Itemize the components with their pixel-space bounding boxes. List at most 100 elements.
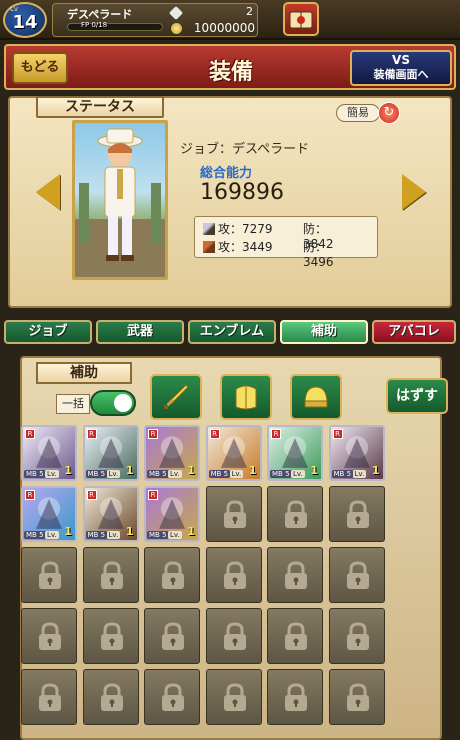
equipment-slot-item[interactable]: R MB 5 Lv. 1 <box>205 425 262 481</box>
lv-tag: Lv. <box>352 470 367 478</box>
mb-tag: MB 5 <box>85 531 108 539</box>
locked-slot[interactable] <box>144 669 200 725</box>
locked-slot[interactable] <box>82 608 139 664</box>
sword-filter-icon <box>164 384 189 409</box>
player-info-panel: デスペラード FP 0/18 2 10000000 <box>52 3 258 37</box>
tab-weapon[interactable]: 武器 <box>96 320 184 344</box>
locked-slot[interactable] <box>267 669 323 725</box>
staff-icon <box>203 241 215 253</box>
unequip-button[interactable]: はずす <box>386 378 448 414</box>
vs-label: VS <box>392 53 410 67</box>
next-character-arrow[interactable] <box>402 174 426 210</box>
locked-slot[interactable] <box>205 669 262 725</box>
top-bar: Lv 14 デスペラード FP 0/18 2 10000000 <box>0 0 460 40</box>
status-panel: ステータス 簡易 ↻ ジョブ：デスペラード 総合能力 169896 攻：7279… <box>8 96 452 308</box>
locked-slot[interactable] <box>328 608 385 664</box>
mb-tag: MB 5 <box>331 470 354 478</box>
lv-tag: Lv. <box>45 531 59 539</box>
item-level: 1 <box>125 525 134 538</box>
equipment-slot-item[interactable]: R MB 5 Lv. 1 <box>82 425 139 481</box>
player-level: 14 <box>12 12 38 33</box>
locked-slot[interactable] <box>328 486 385 542</box>
support-tag: 補助 <box>36 362 132 384</box>
item-level: 1 <box>310 464 318 477</box>
filter-armor-button[interactable] <box>220 374 272 420</box>
equipment-slot-item[interactable]: R MB 5 Lv. 1 <box>144 486 200 542</box>
filter-weapon-button[interactable] <box>150 374 202 420</box>
lock-icon <box>285 622 307 650</box>
bulk-label: 一括 <box>56 394 90 414</box>
locked-slot[interactable] <box>267 486 323 542</box>
prev-character-arrow[interactable] <box>36 174 60 210</box>
lock-icon <box>223 561 246 589</box>
lock-icon <box>285 683 307 711</box>
equipment-slot-item[interactable]: R MB 5 Lv. 1 <box>328 425 385 481</box>
lock-icon <box>39 622 61 650</box>
locked-slot[interactable] <box>328 547 385 603</box>
locked-slot[interactable] <box>82 547 139 603</box>
equipment-slot-item[interactable]: R MB 5 Lv. 1 <box>144 425 200 481</box>
lock-icon <box>100 561 123 589</box>
back-button[interactable]: もどる <box>12 52 68 84</box>
lock-icon <box>346 622 369 650</box>
equipment-slot-item[interactable]: R MB 5 Lv. 1 <box>21 486 77 542</box>
gold-coin-icon <box>171 23 182 34</box>
mb-tag: MB 5 <box>147 470 169 478</box>
lock-icon <box>39 683 61 711</box>
vs-equipment-button[interactable]: VS 装備画面へ <box>350 50 452 86</box>
mb-tag: MB 5 <box>24 470 46 478</box>
locked-slot[interactable] <box>144 547 200 603</box>
lv-tag: Lv. <box>229 470 244 478</box>
locked-slot[interactable] <box>144 608 200 664</box>
physical-attack: 攻：7279 <box>218 222 273 236</box>
book-icon <box>289 11 313 29</box>
filter-helmet-button[interactable] <box>290 374 342 420</box>
job-line: ジョブ：デスペラード <box>180 142 310 157</box>
locked-slot[interactable] <box>21 669 77 725</box>
lock-icon <box>162 561 184 589</box>
physical-stats-row: 攻：7279 防：3842 <box>203 220 334 251</box>
rarity-badge: R <box>25 429 35 439</box>
mb-tag: MB 5 <box>85 470 108 478</box>
tab-avatar-collection[interactable]: アバコレ <box>372 320 456 344</box>
rarity-badge: R <box>25 490 35 500</box>
gem-icon <box>168 5 184 21</box>
locked-slot[interactable] <box>21 608 77 664</box>
locked-slot[interactable] <box>21 547 77 603</box>
locked-slot[interactable] <box>205 486 262 542</box>
locked-slot[interactable] <box>267 547 323 603</box>
tab-job[interactable]: ジョブ <box>4 320 92 344</box>
lv-tag: Lv. <box>45 470 59 478</box>
character-illustration <box>75 128 165 277</box>
locked-slot[interactable] <box>205 547 262 603</box>
equipment-slot-item[interactable]: R MB 5 Lv. 1 <box>267 425 323 481</box>
simple-view-toggle[interactable]: 簡易 ↻ <box>336 102 404 124</box>
item-level: 1 <box>64 525 72 538</box>
item-level: 1 <box>187 464 195 477</box>
equipment-slot-item[interactable]: R MB 5 Lv. 1 <box>21 425 77 481</box>
locked-slot[interactable] <box>82 669 139 725</box>
equipment-slot-item[interactable]: R MB 5 Lv. 1 <box>82 486 139 542</box>
fp-label: FP 0/18 <box>81 21 108 29</box>
rarity-badge: R <box>209 429 220 439</box>
menu-book-button[interactable] <box>283 2 319 36</box>
item-level: 1 <box>64 464 72 477</box>
lock-icon <box>285 500 307 528</box>
rarity-badge: R <box>148 490 158 500</box>
sword-icon <box>203 223 215 235</box>
status-tag: ステータス <box>36 96 164 118</box>
bulk-toggle[interactable] <box>90 390 136 416</box>
locked-slot[interactable] <box>267 608 323 664</box>
lock-icon <box>162 622 184 650</box>
gold-count: 10000000 <box>193 21 255 35</box>
armor-filter-icon <box>235 385 257 410</box>
helmet-filter-icon <box>304 386 328 408</box>
locked-slot[interactable] <box>328 669 385 725</box>
locked-slot[interactable] <box>205 608 262 664</box>
tab-support[interactable]: 補助 <box>280 320 368 344</box>
lv-tag: Lv. <box>106 531 121 539</box>
lock-icon <box>223 683 246 711</box>
tab-emblem[interactable]: エンブレム <box>188 320 276 344</box>
equipment-tab-bar: ジョブ 武器 エンブレム 補助 アバコレ <box>0 318 460 346</box>
item-level: 1 <box>187 525 195 538</box>
